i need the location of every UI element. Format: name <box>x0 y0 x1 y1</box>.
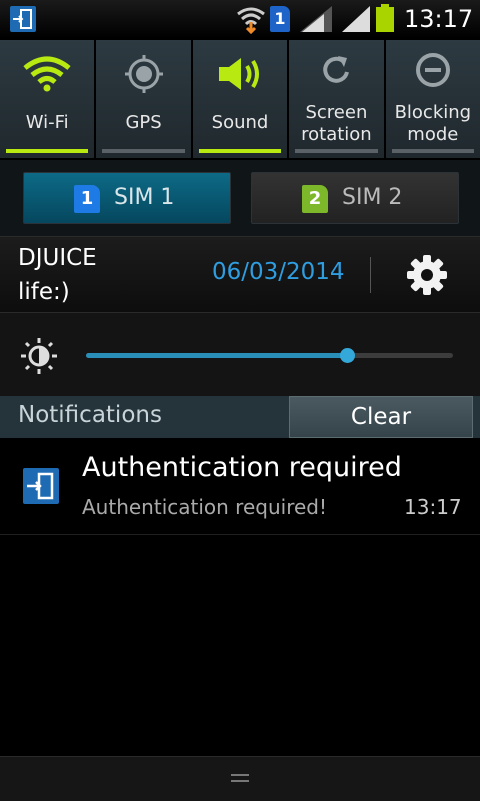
blocking-mode-label: Blocking mode <box>386 102 480 146</box>
wifi-icon <box>23 56 71 92</box>
signal-icon <box>300 6 332 32</box>
sound-icon <box>219 58 260 90</box>
panel-handle[interactable] <box>0 756 480 801</box>
settings-gear-icon[interactable] <box>406 254 448 296</box>
notification-time: 13:17 <box>404 495 462 519</box>
sound-status-bar <box>198 149 282 153</box>
sim1-button[interactable]: 1 SIM 1 <box>23 172 231 224</box>
sound-label: Sound <box>211 112 269 133</box>
battery-icon <box>376 4 394 32</box>
divider <box>370 257 371 293</box>
clock: 13:17 <box>404 5 474 33</box>
sim2-icon: 2 <box>302 185 328 213</box>
blocking-mode-label-line2: mode <box>407 124 459 145</box>
notifications-title: Notifications <box>18 402 162 428</box>
sim2-label: SIM 2 <box>342 185 403 210</box>
blocking-mode-status-bar <box>391 149 475 153</box>
rotation-icon <box>323 56 350 83</box>
app-notification-icon <box>10 6 36 32</box>
screen-rotation-label: Screen rotation <box>289 102 383 146</box>
date: 06/03/2014 <box>212 259 345 285</box>
sim1-icon: 1 <box>74 185 100 213</box>
notification-title: Authentication required <box>82 452 402 483</box>
clear-button[interactable]: Clear <box>289 396 473 438</box>
quick-settings-panel: Wi-Fi GPS Sound Screen rotation Blocking… <box>0 40 480 160</box>
sim-selector: 1 SIM 1 2 SIM 2 <box>0 160 480 236</box>
wifi-label: Wi-Fi <box>25 112 69 133</box>
carrier-name: DJUICE life:) <box>18 245 97 305</box>
authentication-app-icon <box>23 468 59 504</box>
screen-rotation-label-line2: rotation <box>301 124 372 145</box>
wifi-icon <box>237 7 265 34</box>
gps-toggle[interactable]: GPS <box>96 40 191 158</box>
brightness-row <box>0 312 480 397</box>
sound-toggle[interactable]: Sound <box>192 40 288 158</box>
screen-rotation-toggle[interactable]: Screen rotation <box>289 40 384 158</box>
status-bar: 1 13:17 <box>0 0 480 38</box>
blocking-icon <box>415 53 450 87</box>
notification-item[interactable]: Authentication required Authentication r… <box>0 438 480 535</box>
gps-icon <box>124 55 163 93</box>
blocking-mode-toggle[interactable]: Blocking mode <box>385 40 480 158</box>
sim2-button[interactable]: 2 SIM 2 <box>251 172 459 224</box>
brightness-slider[interactable] <box>86 348 453 363</box>
signal-icon <box>342 6 370 32</box>
wifi-toggle[interactable]: Wi-Fi <box>0 40 95 158</box>
blocking-mode-label-line1: Blocking <box>394 102 472 123</box>
brightness-icon <box>21 338 57 374</box>
notifications-header: Notifications Clear <box>0 396 480 438</box>
sim1-label: SIM 1 <box>114 185 175 210</box>
notification-body: Authentication required! <box>82 495 327 519</box>
sim1-icon: 1 <box>270 6 290 32</box>
gps-label: GPS <box>125 112 162 133</box>
drag-handle-icon <box>231 774 249 782</box>
screen-rotation-label-line1: Screen <box>305 102 368 123</box>
brightness-slider-thumb[interactable] <box>339 348 355 363</box>
wifi-status-bar <box>6 149 89 153</box>
gps-status-bar <box>102 149 185 153</box>
carrier-row: DJUICE life:) 06/03/2014 <box>0 236 480 313</box>
brightness-slider-fill <box>86 353 347 358</box>
screen-rotation-status-bar <box>295 149 378 153</box>
